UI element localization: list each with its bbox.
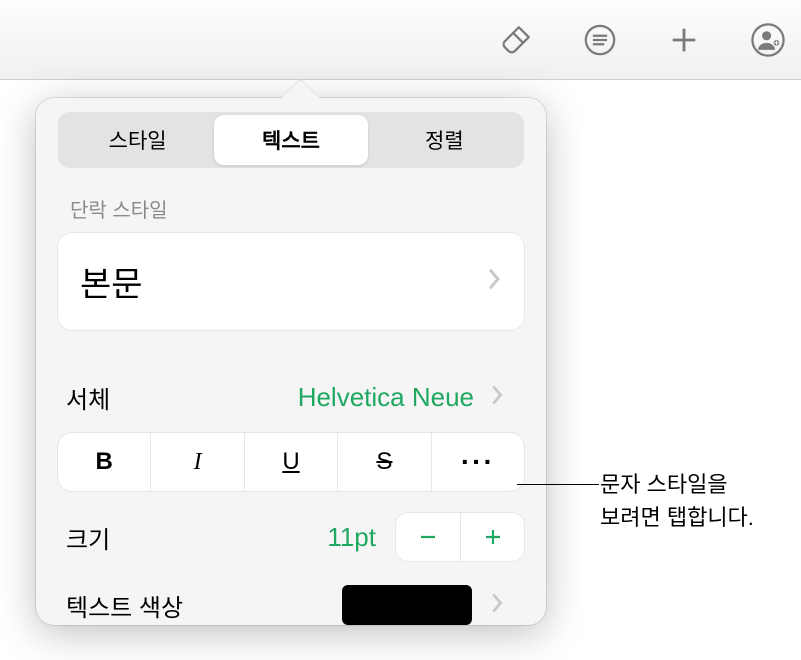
- list-icon[interactable]: [582, 22, 618, 58]
- chevron-right-icon: [490, 592, 504, 619]
- paragraph-style-picker[interactable]: 본문: [58, 233, 524, 330]
- text-color-row[interactable]: 텍스트 색상: [58, 575, 524, 625]
- format-brush-icon[interactable]: [498, 22, 534, 58]
- callout-line-2: 보려면 탭합니다.: [600, 501, 754, 534]
- more-text-options-button[interactable]: ···: [432, 433, 524, 491]
- size-label: 크기: [66, 520, 307, 555]
- text-color-label: 텍스트 색상: [66, 588, 342, 623]
- paragraph-style-value: 본문: [80, 257, 143, 306]
- paragraph-style-section-label: 단락 스타일: [58, 190, 524, 233]
- callout-leader-line: [517, 484, 599, 485]
- callout-line-1: 문자 스타일을: [600, 468, 754, 501]
- add-icon[interactable]: [666, 22, 702, 58]
- tab-arrange[interactable]: 정렬: [368, 115, 521, 165]
- bold-button[interactable]: B: [58, 433, 151, 491]
- italic-button[interactable]: I: [151, 433, 244, 491]
- font-row[interactable]: 서체 Helvetica Neue: [58, 360, 524, 429]
- decrease-size-button[interactable]: [396, 513, 460, 561]
- font-value: Helvetica Neue: [110, 382, 490, 413]
- chevron-right-icon: [490, 384, 504, 411]
- font-size-row: 크기 11pt: [58, 491, 524, 575]
- strikethrough-button[interactable]: S: [338, 433, 431, 491]
- tab-style[interactable]: 스타일: [61, 115, 214, 165]
- size-value: 11pt: [307, 522, 396, 553]
- collaborate-icon[interactable]: [750, 22, 786, 58]
- app-toolbar: [0, 0, 801, 80]
- underline-button[interactable]: U: [245, 433, 338, 491]
- tab-text[interactable]: 텍스트: [214, 115, 367, 165]
- font-label: 서체: [66, 380, 110, 415]
- format-tabs: 스타일 텍스트 정렬: [58, 112, 524, 168]
- size-stepper: [396, 513, 524, 561]
- text-style-button-group: B I U S ···: [58, 433, 524, 491]
- increase-size-button[interactable]: [460, 513, 524, 561]
- format-popover: 스타일 텍스트 정렬 단락 스타일 본문 서체 Helvetica Neue B…: [36, 98, 546, 625]
- text-color-swatch[interactable]: [342, 585, 472, 625]
- callout-text: 문자 스타일을 보려면 탭합니다.: [600, 468, 754, 534]
- more-dots-icon: ···: [461, 446, 495, 478]
- chevron-right-icon: [486, 267, 502, 296]
